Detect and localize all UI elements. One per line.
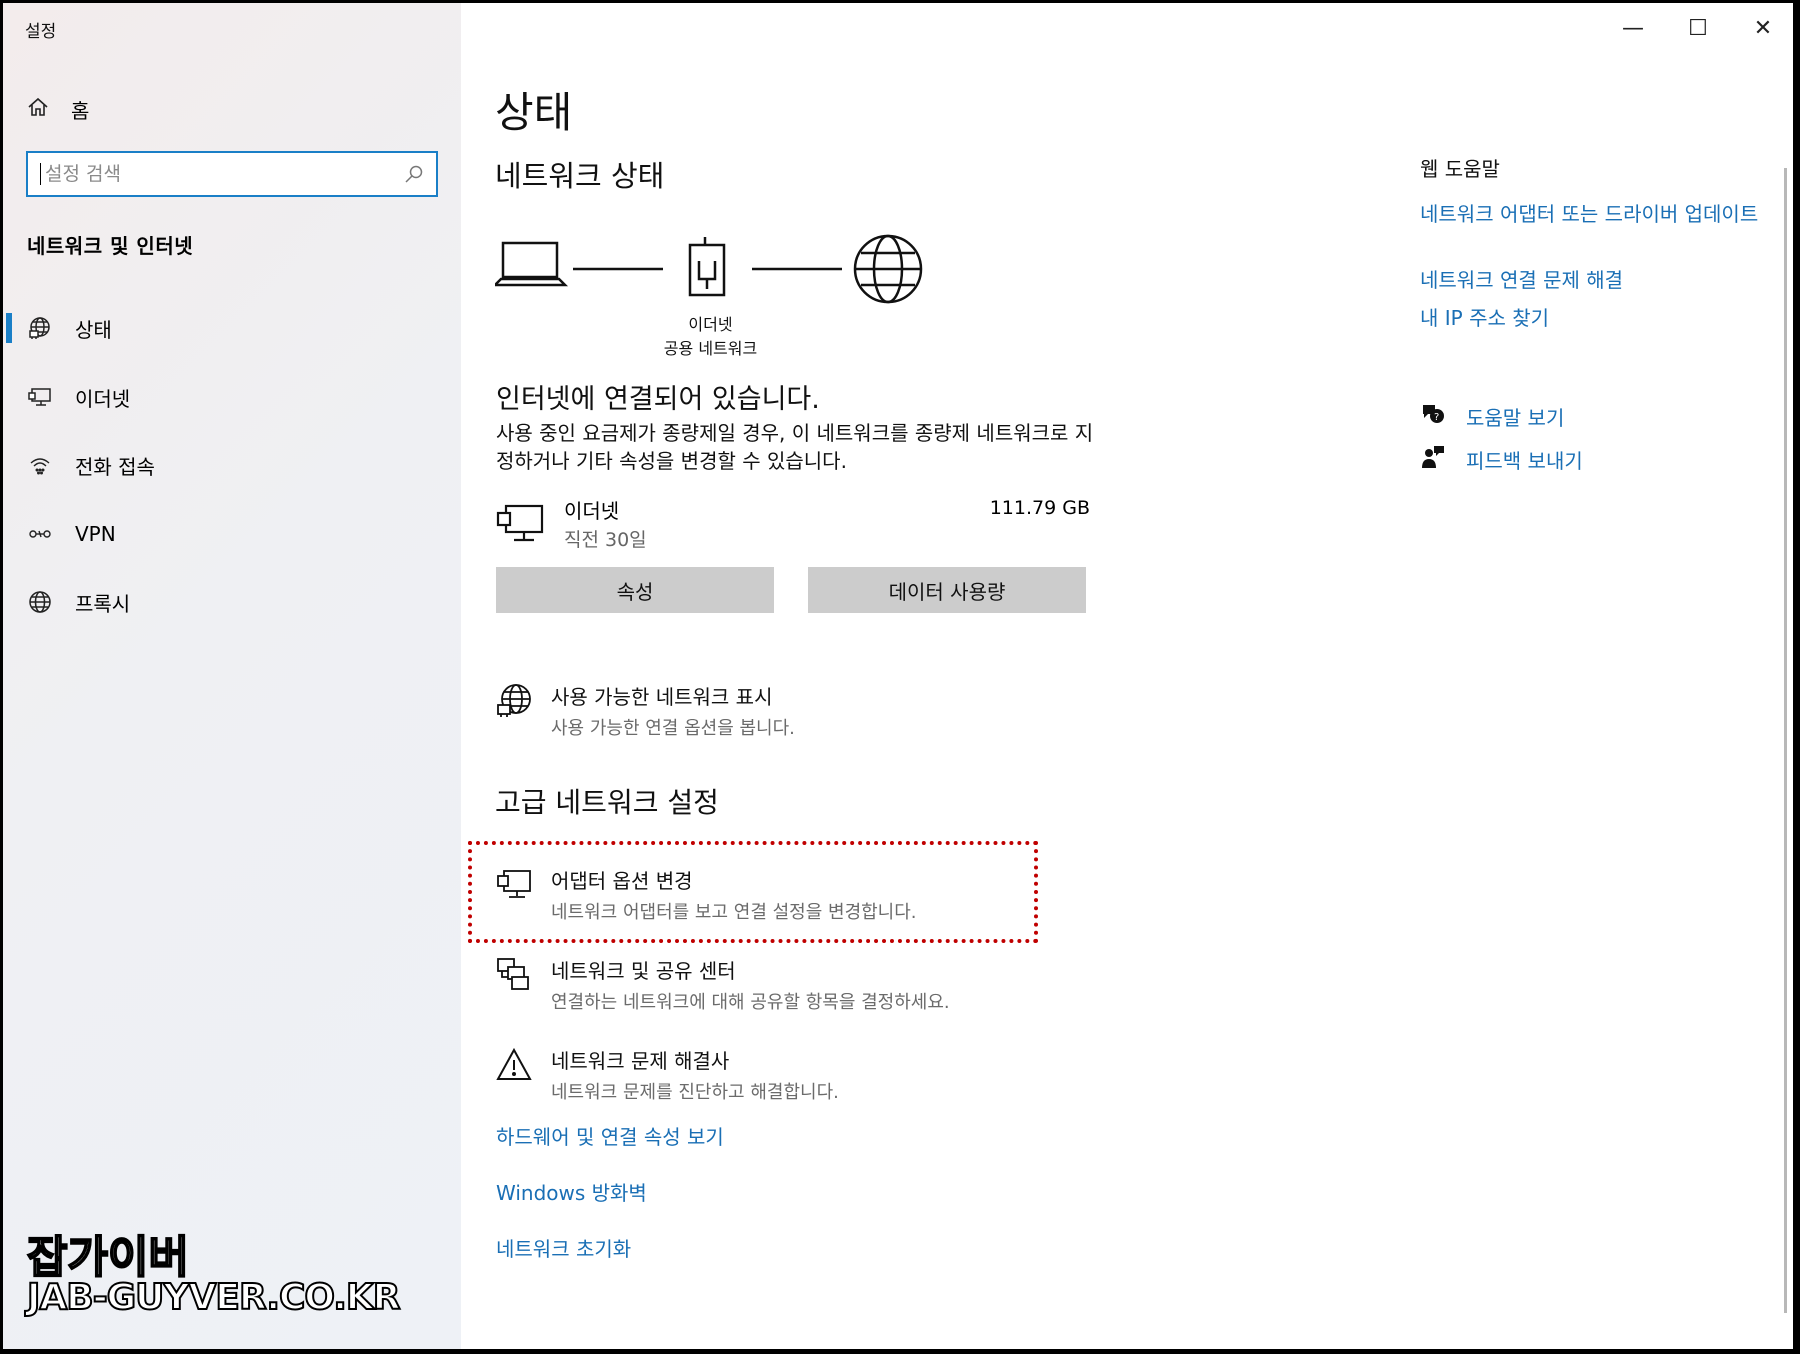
sharing-center-sub: 연결하는 네트워크에 대해 공유할 항목을 결정하세요. (551, 992, 950, 1013)
settings-window: 설정 홈 네트워크 및 인터넷 (3, 3, 1793, 1349)
advanced-heading: 고급 네트워크 설정 (495, 786, 719, 819)
search-box[interactable] (26, 151, 438, 197)
get-help-link[interactable]: ? 도움말 보기 (1420, 401, 1564, 432)
ethernet-period: 직전 30일 (564, 529, 647, 551)
feedback-icon (1420, 444, 1446, 475)
close-button[interactable]: ✕ (1738, 11, 1788, 45)
send-feedback-label: 피드백 보내기 (1466, 449, 1583, 473)
show-networks-row[interactable]: 사용 가능한 네트워크 표시 사용 가능한 연결 옵션을 봅니다. (495, 681, 795, 740)
ethernet-icon (27, 384, 53, 410)
network-reset-link[interactable]: 네트워크 초기화 (496, 1233, 631, 1262)
adapter-icon (495, 865, 533, 903)
sidebar-item-label: 이더넷 (75, 386, 131, 411)
watermark-brand: 잡가이버 (26, 1231, 190, 1284)
ethernet-usage-row: 이더넷 직전 30일 111.79 GB (496, 495, 1090, 555)
globe-icon (27, 589, 53, 615)
troubleshooter-title: 네트워크 문제 해결사 (551, 1049, 730, 1073)
sharing-center-icon (495, 955, 533, 993)
properties-button[interactable]: 속성 (496, 567, 774, 613)
metered-description: 사용 중인 요금제가 종량제일 경우, 이 네트워크를 종량제 네트워크로 지정… (496, 421, 1094, 473)
send-feedback-link[interactable]: 피드백 보내기 (1420, 444, 1583, 475)
globe-network-icon (27, 315, 53, 341)
adapter-options-sub: 네트워크 어댑터를 보고 연결 설정을 변경합니다. (551, 902, 917, 923)
globe-network-icon (495, 681, 533, 719)
section-title: 네트워크 및 인터넷 (27, 234, 194, 258)
sidebar-item-label: 프록시 (75, 591, 131, 616)
warning-icon (495, 1045, 533, 1083)
home-icon (27, 96, 49, 123)
home-nav[interactable]: 홈 (27, 95, 89, 124)
dialup-icon (27, 452, 53, 478)
ethernet-data-size: 111.79 GB (989, 497, 1090, 519)
ethernet-name: 이더넷 (564, 499, 620, 523)
vpn-icon (27, 521, 53, 547)
adapter-options-title: 어댑터 옵션 변경 (551, 869, 693, 893)
update-driver-link[interactable]: 네트워크 어댑터 또는 드라이버 업데이트 (1420, 201, 1765, 228)
sidebar-item-label: 전화 접속 (75, 454, 155, 479)
sidebar-item-ethernet[interactable]: 이더넷 (3, 372, 461, 422)
svg-text:?: ? (1434, 412, 1439, 423)
sharing-center-row[interactable]: 네트워크 및 공유 센터 연결하는 네트워크에 대해 공유할 항목을 결정하세요… (495, 955, 950, 1014)
search-icon[interactable] (404, 164, 424, 184)
sidebar-item-vpn[interactable]: VPN (3, 509, 461, 559)
watermark-url: JAB-GUYVER.CO.KR (26, 1276, 402, 1319)
ethernet-port-icon (688, 237, 726, 297)
network-status-heading: 네트워크 상태 (495, 159, 665, 193)
minimize-button[interactable]: — (1608, 11, 1658, 45)
sidebar: 설정 홈 네트워크 및 인터넷 (3, 3, 461, 1349)
show-networks-sub: 사용 가능한 연결 옵션을 봅니다. (551, 718, 795, 739)
find-ip-link[interactable]: 내 IP 주소 찾기 (1420, 305, 1765, 332)
web-help-title: 웹 도움말 (1420, 157, 1500, 181)
windows-firewall-link[interactable]: Windows 방화벽 (496, 1177, 647, 1206)
sidebar-item-label: VPN (75, 522, 116, 546)
get-help-label: 도움말 보기 (1466, 406, 1565, 430)
sharing-center-title: 네트워크 및 공유 센터 (551, 959, 736, 983)
sidebar-item-proxy[interactable]: 프록시 (3, 577, 461, 627)
sidebar-item-status[interactable]: 상태 (3, 303, 461, 353)
sidebar-item-dialup[interactable]: 전화 접속 (3, 440, 461, 490)
fix-connection-link[interactable]: 네트워크 연결 문제 해결 (1420, 267, 1765, 294)
help-chat-icon: ? (1420, 401, 1446, 432)
troubleshooter-sub: 네트워크 문제를 진단하고 해결합니다. (551, 1082, 839, 1103)
search-input[interactable] (40, 163, 404, 185)
app-title: 설정 (25, 22, 57, 42)
connection-status: 인터넷에 연결되어 있습니다. (496, 384, 820, 415)
data-usage-button[interactable]: 데이터 사용량 (808, 567, 1086, 613)
adapter-options-row[interactable]: 어댑터 옵션 변경 네트워크 어댑터를 보고 연결 설정을 변경합니다. (495, 865, 917, 924)
page-title: 상태 (495, 88, 573, 137)
diagram-label-network: 공용 네트워크 (663, 339, 758, 358)
ethernet-pc-icon (496, 503, 546, 549)
diagram-label-ethernet: 이더넷 (688, 315, 733, 334)
scrollbar[interactable] (1784, 168, 1787, 1313)
show-networks-title: 사용 가능한 네트워크 표시 (551, 685, 773, 709)
home-label: 홈 (71, 99, 90, 123)
troubleshooter-row[interactable]: 네트워크 문제 해결사 네트워크 문제를 진단하고 해결합니다. (495, 1045, 839, 1104)
maximize-button[interactable]: ☐ (1673, 11, 1723, 45)
internet-globe-icon (853, 234, 923, 304)
laptop-icon (491, 241, 569, 287)
hardware-properties-link[interactable]: 하드웨어 및 연결 속성 보기 (496, 1121, 724, 1150)
sidebar-item-label: 상태 (75, 317, 112, 342)
